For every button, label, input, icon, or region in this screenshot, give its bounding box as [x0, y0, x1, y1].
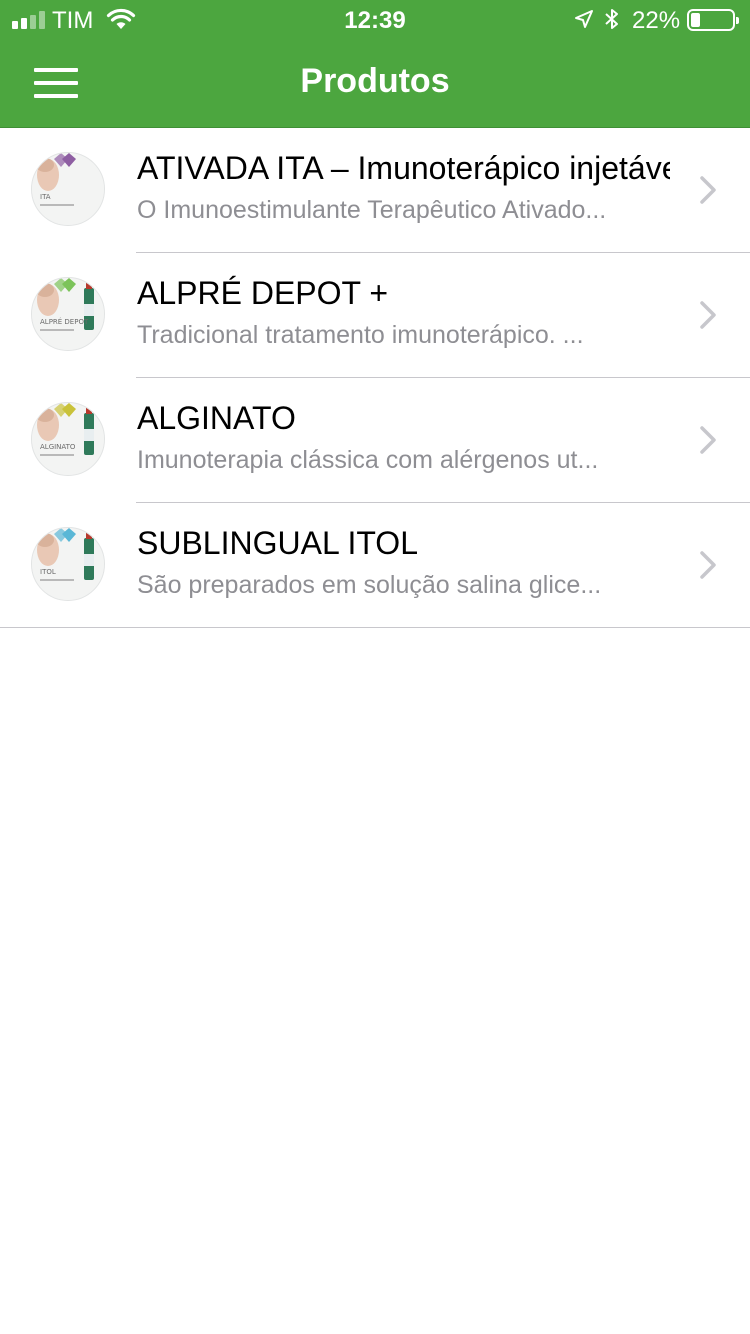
product-thumbnail: ITOL	[31, 527, 105, 601]
svg-text:ALPRÉ DEPOT: ALPRÉ DEPOT	[40, 317, 89, 326]
product-title: SUBLINGUAL ITOL	[137, 525, 418, 561]
product-title: ALPRÉ DEPOT +	[137, 275, 389, 311]
product-thumbnail: ITA	[31, 152, 105, 226]
product-subtitle: O Imunoestimulante Terapêutico Ativado..…	[137, 196, 607, 224]
navigation-bar: TIM 12:39 22% Produtos	[0, 0, 750, 128]
chevron-right-icon	[700, 176, 716, 204]
svg-text:ALGINATO: ALGINATO	[40, 443, 76, 451]
chevron-right-icon	[700, 551, 716, 579]
battery-percent: 22%	[632, 7, 681, 34]
status-bar: TIM 12:39 22%	[0, 0, 750, 40]
chevron-right-icon	[700, 426, 716, 454]
list-item[interactable]: ALPRÉ DEPOT ALPRÉ DEPOT + Tradicional tr…	[0, 253, 750, 378]
product-thumbnail: ALPRÉ DEPOT	[31, 277, 105, 351]
battery-icon	[687, 9, 739, 31]
page-title: Produtos	[300, 62, 450, 100]
product-subtitle: Imunoterapia clássica com alérgenos ut..…	[137, 446, 599, 474]
list-item[interactable]: ITA ATIVADA ITA – Imunoterápico injetáve…	[0, 128, 750, 253]
product-subtitle: São preparados em solução salina glice..…	[137, 571, 602, 599]
product-list: ITA ATIVADA ITA – Imunoterápico injetáve…	[0, 128, 750, 628]
list-item[interactable]: ITOL SUBLINGUAL ITOL São preparados em s…	[0, 503, 750, 628]
product-thumbnail: ALGINATO	[31, 402, 105, 476]
svg-text:ITA: ITA	[40, 193, 51, 201]
product-subtitle: Tradicional tratamento imunoterápico. ..…	[137, 321, 584, 349]
bluetooth-icon	[605, 9, 618, 29]
row-separator	[0, 627, 750, 628]
svg-text:ITOL: ITOL	[40, 568, 56, 576]
list-item[interactable]: ALGINATO ALGINATO Imunoterapia clássica …	[0, 378, 750, 503]
chevron-right-icon	[700, 301, 716, 329]
product-title: ATIVADA ITA – Imunoterápico injetável	[137, 150, 670, 186]
product-title: ALGINATO	[137, 400, 296, 436]
location-arrow-icon	[575, 10, 593, 28]
